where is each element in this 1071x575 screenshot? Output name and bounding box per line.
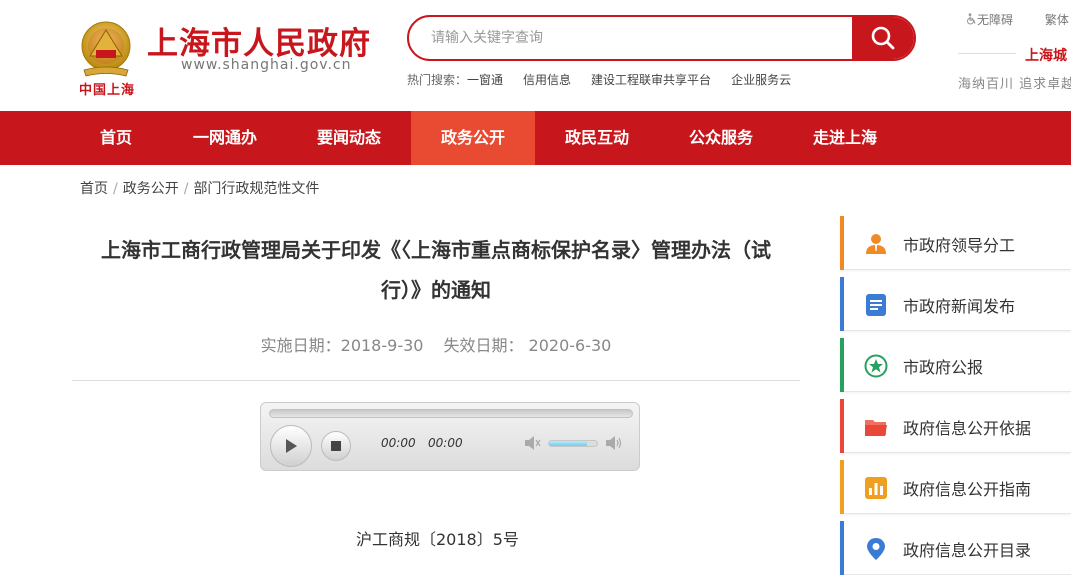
nav-item-gov-affairs[interactable]: 政务公开 [411,111,535,165]
sidebar-item-leadership[interactable]: 市政府领导分工 [840,216,1071,270]
sidebar-item-disclosure-basis[interactable]: 政府信息公开依据 [840,399,1071,453]
sidebar-item-press-release[interactable]: 市政府新闻发布 [840,277,1071,331]
city-slogan: 海纳百川 追求卓越 [958,77,1071,92]
traditional-chinese-link[interactable]: 繁体 [1045,11,1069,28]
hot-link-construction[interactable]: 建设工程联审共享平台 [591,73,711,87]
nav-item-home[interactable]: 首页 [54,111,178,165]
breadcrumb-gov-affairs[interactable]: 政务公开 [123,181,179,197]
expiry-date: 失效日期： 2020-6-30 [443,336,612,355]
leader-icon [866,234,886,254]
play-icon [286,439,297,453]
duration: 00:00 [428,436,463,450]
article-title-line2: 行）》的通知 [381,278,491,302]
volume-level [549,441,588,446]
article-title-line1: 上海市工商行政管理局关于印发《〈上海市重点商标保护名录〉管理办法（试 [101,238,771,262]
nav-item-online-service[interactable]: 一网通办 [163,111,287,165]
chart-icon [865,477,887,499]
sidebar-item-label: 政府信息公开依据 [903,419,1032,438]
volume-slider[interactable] [548,440,598,447]
mute-icon[interactable] [524,435,542,451]
nav-item-about-shanghai[interactable]: 走进上海 [783,111,907,165]
nav-item-interaction[interactable]: 政民互动 [535,111,659,165]
shanghai-emblem-logo[interactable] [76,20,136,78]
stop-button[interactable] [321,431,351,461]
folder-icon [865,420,887,436]
sidebar-item-label: 市政府公报 [903,358,984,377]
hot-link-credit[interactable]: 信用信息 [523,73,571,87]
search-box [407,15,916,61]
accessibility-link[interactable]: 无障碍 [966,11,1013,28]
breadcrumb-home[interactable]: 首页 [80,181,108,197]
hot-search: 热门搜索：一窗通 信用信息 建设工程联审共享平台 企业服务云 [407,71,811,88]
sidebar-item-label: 政府信息公开目录 [903,541,1032,560]
search-icon [871,26,895,50]
sidebar-item-label: 市政府新闻发布 [903,297,1016,316]
sidebar-item-label: 政府信息公开指南 [903,480,1032,499]
document-number: 沪工商规〔2018〕5号 [356,530,519,549]
sidebar-item-label: 市政府领导分工 [903,236,1016,255]
logo-caption: 中国上海 [79,83,136,98]
sidebar-item-gazette[interactable]: 市政府公报 [840,338,1071,392]
nav-item-public-service[interactable]: 公众服务 [659,111,783,165]
nav-item-news[interactable]: 要闻动态 [287,111,411,165]
breadcrumb-dept-docs[interactable]: 部门行政规范性文件 [193,181,319,197]
accessibility-label: 无障碍 [977,13,1014,27]
sidebar-item-disclosure-catalog[interactable]: 政府信息公开目录 [840,521,1071,575]
play-button[interactable] [270,425,312,467]
divider [72,380,800,381]
news-doc-icon [866,294,886,316]
hot-link-enterprise-cloud[interactable]: 企业服务云 [731,73,791,87]
article-dates: 实施日期：2018-9-30 失效日期： 2020-6-30 [72,332,800,356]
breadcrumb-separator: / [183,181,189,197]
star-icon [864,354,888,378]
progress-track[interactable] [269,409,633,418]
volume-max-icon[interactable] [605,435,623,451]
breadcrumb: 首页 / 政务公开 / 部门行政规范性文件 [80,178,319,198]
article-title: 上海市工商行政管理局关于印发《〈上海市重点商标保护名录〉管理办法（试 行）》的通… [92,230,780,310]
hot-search-label: 热门搜索： [407,73,468,87]
divider [958,53,1016,54]
audio-player: 00:00 00:00 [260,402,640,471]
current-time: 00:00 [381,436,416,450]
location-icon [867,538,885,560]
hot-link-yichuangtong[interactable]: 一窗通 [467,73,503,87]
stop-icon [331,441,341,451]
city-promo-title[interactable]: 上海城 [1025,45,1067,65]
sidebar-item-disclosure-guide[interactable]: 政府信息公开指南 [840,460,1071,514]
site-url: www.shanghai.gov.cn [181,57,352,73]
breadcrumb-separator: / [113,181,118,197]
effective-date: 实施日期：2018-9-30 [260,336,424,355]
top-links: 无障碍 繁体 [966,11,1069,28]
site-header: 中国上海 上海市人民政府 www.shanghai.gov.cn 热门搜索：一窗… [0,0,1071,111]
wheelchair-icon [967,13,976,25]
search-input[interactable] [409,17,854,59]
search-button[interactable] [852,17,914,59]
main-nav: 首页 一网通办 要闻动态 政务公开 政民互动 公众服务 走进上海 [0,111,1071,165]
